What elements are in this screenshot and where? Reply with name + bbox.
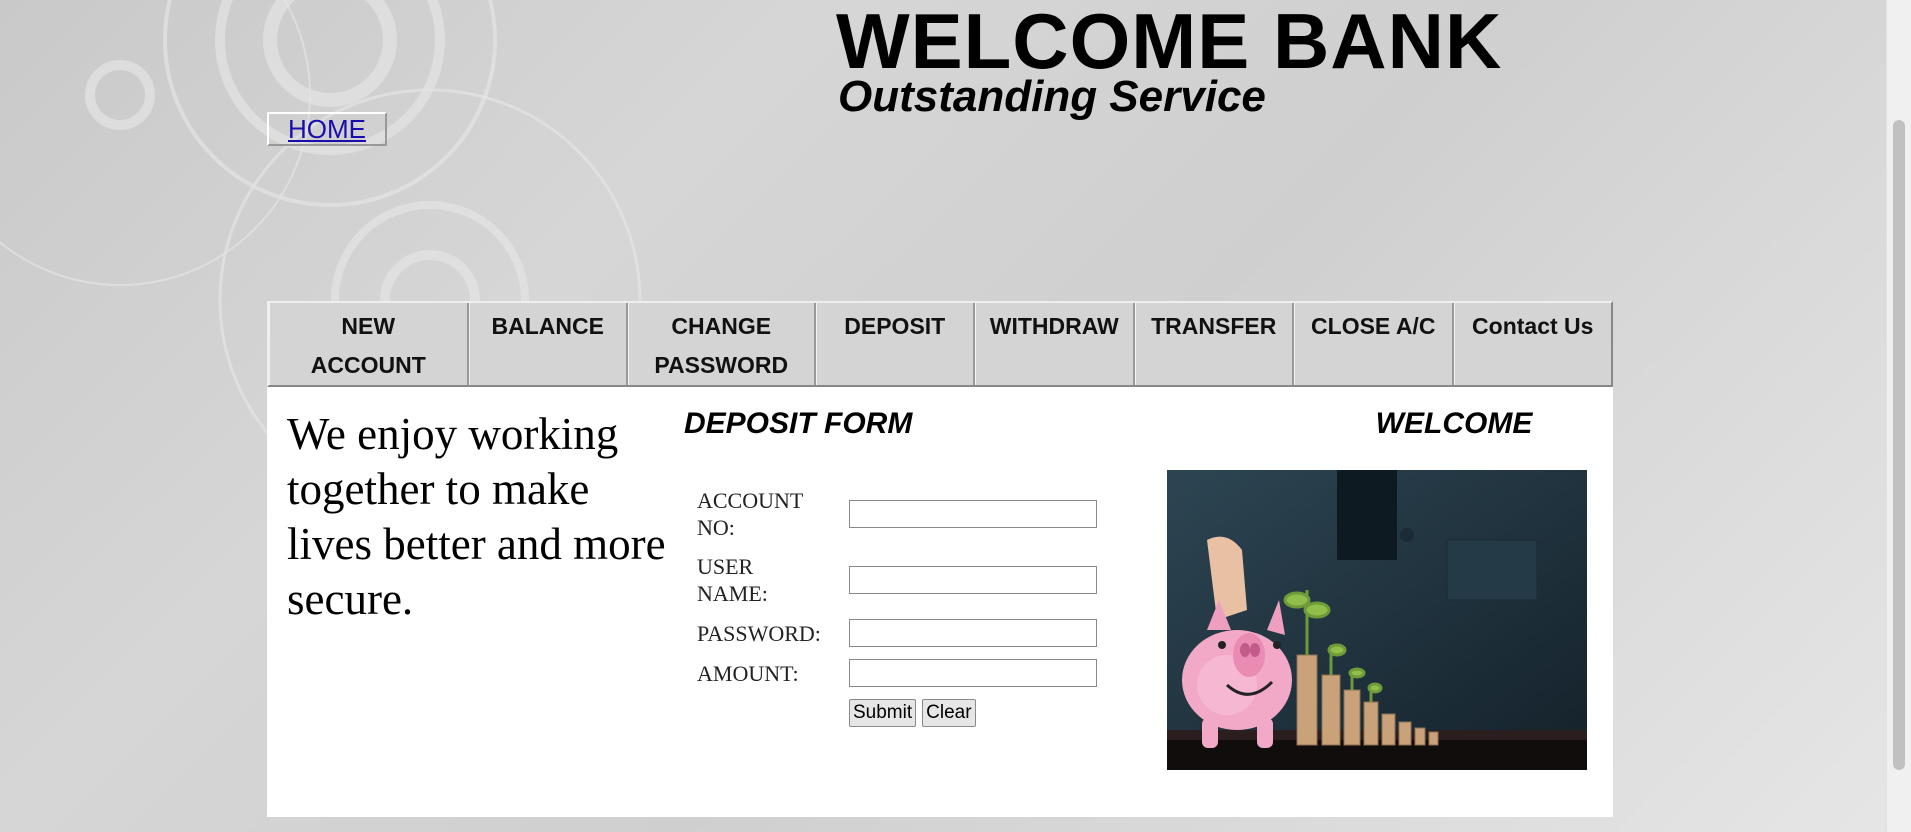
account-no-label: ACCOUNT NO: [697,488,803,540]
nav-deposit[interactable]: DEPOSIT [815,303,975,385]
user-name-label: USER NAME: [697,554,768,606]
clear-button[interactable]: Clear [922,699,976,727]
form-buttons: Submit Clear [849,699,1097,727]
nav-new-account[interactable]: NEW ACCOUNT [269,303,469,385]
nav-withdraw[interactable]: WITHDRAW [975,303,1135,385]
form-row-account: ACCOUNT NO: [697,487,1097,541]
nav-transfer[interactable]: TRANSFER [1134,303,1294,385]
amount-input[interactable] [849,659,1097,687]
content-panel: We enjoy working together to make lives … [267,387,1613,817]
scrollbar-thumb[interactable] [1893,120,1905,770]
main-nav: NEW ACCOUNT BALANCE CHANGE PASSWORD DEPO… [267,301,1613,387]
nav-close-account[interactable]: CLOSE A/C [1294,303,1454,385]
account-no-input[interactable] [849,500,1097,528]
vertical-scrollbar[interactable] [1886,0,1911,832]
form-row-username: USER NAME: [697,553,1097,607]
bank-subtitle: Outstanding Service [838,72,1266,121]
deposit-form: ACCOUNT NO: USER NAME: PASSWORD: AMOUNT:… [697,487,1097,727]
home-nav-box: HOME [267,112,387,146]
user-name-input[interactable] [849,566,1097,594]
nav-balance[interactable]: BALANCE [468,303,628,385]
form-row-amount: AMOUNT: [697,659,1097,687]
piggy-bank-image [1167,470,1587,770]
amount-label: AMOUNT: [697,660,799,686]
password-input[interactable] [849,619,1097,647]
piggy-bank-illustration [1167,470,1587,770]
password-label: PASSWORD: [697,620,821,646]
deposit-form-title: DEPOSIT FORM [684,407,913,440]
tagline-text: We enjoy working together to make lives … [287,409,666,624]
nav-change-password[interactable]: CHANGE PASSWORD [628,303,816,385]
submit-button[interactable]: Submit [849,699,917,727]
welcome-heading: WELCOME [1375,407,1533,440]
form-row-password: PASSWORD: [697,619,1097,647]
nav-contact-us[interactable]: Contact Us [1453,303,1612,385]
home-link[interactable]: HOME [288,114,366,145]
